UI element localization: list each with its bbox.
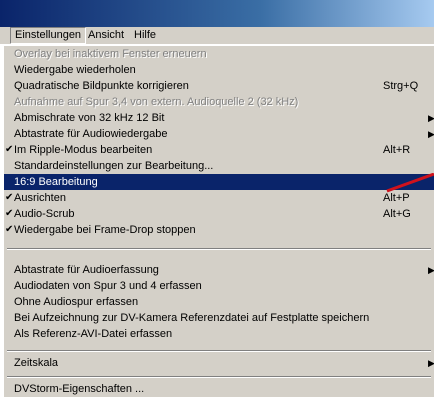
menu-item-referenzdatei[interactable]: Bei Aufzeichnung zur DV-Kamera Referenzd… [4, 310, 434, 326]
menu-item-audio-scrub[interactable]: ✔ Audio-Scrub Alt+G [4, 206, 434, 222]
menu-item-abmischrate[interactable]: Abmischrate von 32 kHz 12 Bit ▶ [4, 110, 434, 126]
menu-item-label: Overlay bei inaktivem Fenster erneuern [14, 48, 207, 60]
menu-item-label: Quadratische Bildpunkte korrigieren [14, 80, 189, 92]
menu-item-label: Ohne Audiospur erfassen [14, 296, 139, 308]
menu-item-label: Bei Aufzeichnung zur DV-Kamera Referenzd… [14, 312, 370, 324]
menu-item-label: Aufnahme auf Spur 3,4 von extern. Audioq… [14, 96, 299, 108]
menu-item-zeitskala[interactable]: Zeitskala ▶ [4, 355, 434, 371]
menu-item-label: Zeitskala [14, 357, 59, 369]
menu-bar: Einstellungen Ansicht Hilfe [0, 27, 434, 45]
menu-item-overlay: Overlay bei inaktivem Fenster erneuern [4, 46, 434, 62]
menu-item-frame-drop[interactable]: ✔ Wiedergabe bei Frame-Drop stoppen [4, 222, 434, 238]
menu-item-quadratische-bildpunkte[interactable]: Quadratische Bildpunkte korrigieren Strg… [4, 78, 434, 94]
menu-item-label: Abtastrate für Audiowiedergabe [14, 128, 168, 140]
menu-item-label: Als Referenz-AVI-Datei erfassen [14, 328, 173, 340]
menu-item-referenz-avi[interactable]: Als Referenz-AVI-Datei erfassen [4, 326, 434, 342]
menu-item-shortcut: Alt+G [383, 208, 411, 220]
annotation-stroke [386, 173, 434, 193]
menu-item-label: Audio-Scrub [14, 208, 75, 220]
menu-item-label: Ausrichten [14, 192, 66, 204]
red-annotation-line [386, 173, 434, 193]
menu-item-shortcut: Strg+Q [383, 80, 419, 92]
menu-einstellungen[interactable]: Einstellungen [10, 27, 87, 44]
menu-item-16-9-bearbeitung[interactable]: 16:9 Bearbeitung [4, 174, 434, 190]
submenu-arrow-icon: ▶ [428, 358, 434, 368]
menu-item-abtastrate-erfassung[interactable]: Abtastrate für Audioerfassung ▶ [4, 262, 434, 278]
menu-item-ohne-audiospur[interactable]: Ohne Audiospur erfassen [4, 294, 434, 310]
menu-item-label: Audiodaten von Spur 3 und 4 erfassen [14, 280, 202, 292]
submenu-arrow-icon: ▶ [428, 265, 434, 275]
menu-ansicht[interactable]: Ansicht [84, 27, 128, 44]
einstellungen-dropdown: Overlay bei inaktivem Fenster erneuern W… [3, 45, 434, 397]
menu-item-label: DVStorm-Eigenschaften ... [14, 383, 145, 395]
menu-item-shortcut: Alt+R [383, 144, 411, 156]
menu-item-dvstorm-eigenschaften[interactable]: DVStorm-Eigenschaften ... [4, 381, 434, 397]
submenu-arrow-icon: ▶ [428, 113, 434, 123]
menu-item-label: Abmischrate von 32 kHz 12 Bit [14, 112, 165, 124]
menu-item-audiodaten-spur[interactable]: Audiodaten von Spur 3 und 4 erfassen [4, 278, 434, 294]
menu-separator [7, 376, 431, 378]
menu-item-label: Wiedergabe wiederholen [14, 64, 136, 76]
menu-separator [7, 350, 431, 352]
title-bar [0, 0, 434, 27]
menu-separator [7, 248, 431, 250]
menu-item-label: Standardeinstellungen zur Bearbeitung... [14, 160, 214, 172]
menu-item-wiedergabe-wiederholen[interactable]: Wiedergabe wiederholen [4, 62, 434, 78]
menu-item-abtastrate-wiedergabe[interactable]: Abtastrate für Audiowiedergabe ▶ [4, 126, 434, 142]
submenu-arrow-icon: ▶ [428, 129, 434, 139]
menu-item-standardeinstellungen[interactable]: Standardeinstellungen zur Bearbeitung... [4, 158, 434, 174]
menu-item-ripple-modus[interactable]: ✔ Im Ripple-Modus bearbeiten Alt+R [4, 142, 434, 158]
menu-item-ausrichten[interactable]: ✔ Ausrichten Alt+P [4, 190, 434, 206]
menu-hilfe[interactable]: Hilfe [130, 27, 160, 44]
menu-item-label: Abtastrate für Audioerfassung [14, 264, 159, 276]
menu-item-label: Wiedergabe bei Frame-Drop stoppen [14, 224, 196, 236]
menu-item-label: 16:9 Bearbeitung [14, 176, 98, 188]
menu-item-aufnahme-spur: Aufnahme auf Spur 3,4 von extern. Audioq… [4, 94, 434, 110]
menu-item-label: Im Ripple-Modus bearbeiten [14, 144, 153, 156]
